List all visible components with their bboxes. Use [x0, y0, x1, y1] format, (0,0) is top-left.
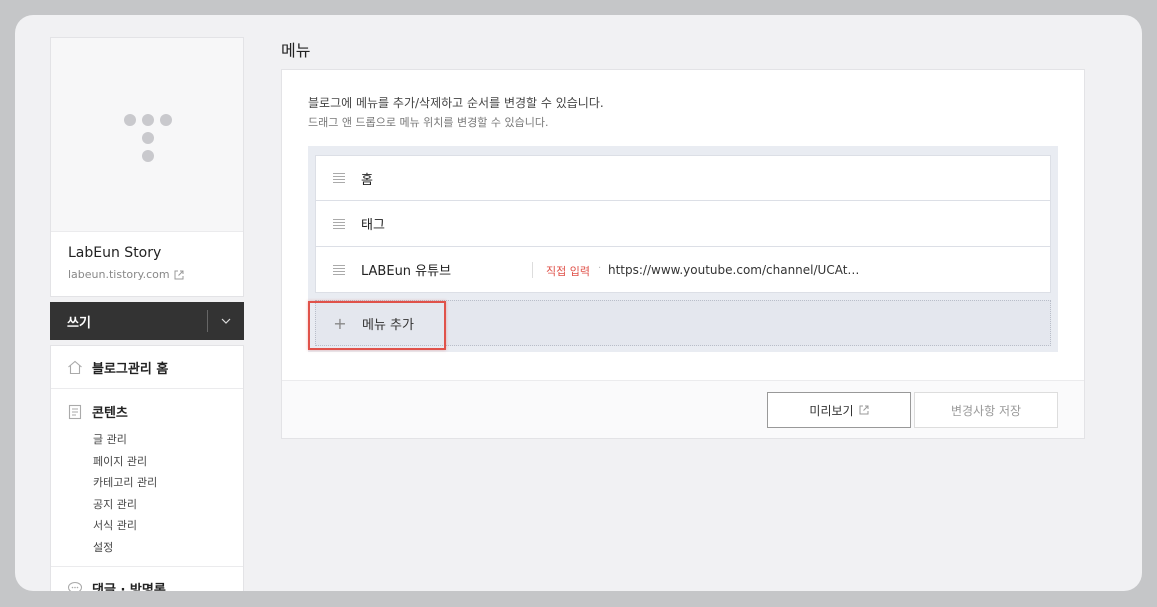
chevron-down-icon [221, 318, 231, 324]
home-icon [68, 360, 82, 374]
sidebar-subitem-posts[interactable]: 글 관리 [93, 429, 243, 451]
add-menu-label: 메뉴 추가 [362, 317, 414, 333]
external-link-icon [859, 405, 869, 415]
document-icon [68, 404, 82, 419]
menu-item-youtube[interactable]: LABEun 유튜브 직접 입력 · https://www.youtube.c… [315, 247, 1051, 293]
menu-settings-panel: 블로그에 메뉴를 추가/삭제하고 순서를 변경할 수 있습니다. 드래그 앤 드… [281, 69, 1085, 439]
write-dropdown-toggle[interactable] [208, 302, 244, 340]
sidebar-subitem-notices[interactable]: 공지 관리 [93, 494, 243, 516]
speech-bubble-icon [67, 581, 83, 591]
blog-url[interactable]: labeun.tistory.com [68, 268, 170, 281]
save-changes-button[interactable]: 변경사항 저장 [914, 392, 1058, 428]
app-window: LabEun Story labeun.tistory.com 쓰기 블로그관리… [15, 15, 1142, 591]
sidebar-item-home[interactable]: 블로그관리 홈 [51, 346, 243, 389]
write-button[interactable]: 쓰기 [50, 312, 207, 331]
blog-url-link[interactable]: labeun.tistory.com [68, 268, 184, 281]
external-link-icon [174, 270, 184, 279]
sidebar-subitem-categories[interactable]: 카테고리 관리 [93, 472, 243, 494]
drag-handle-icon[interactable] [333, 264, 345, 275]
panel-footer: 미리보기 변경사항 저장 [282, 380, 1084, 438]
sidebar-item-label: 블로그관리 홈 [92, 361, 169, 377]
plus-icon: + [333, 313, 347, 333]
blog-logo [51, 38, 243, 232]
add-menu-button[interactable]: + 메뉴 추가 [315, 300, 1051, 346]
description-hint: 드래그 앤 드롭으로 메뉴 위치를 변경할 수 있습니다. [308, 116, 549, 129]
write-bar: 쓰기 [50, 302, 244, 340]
menu-item-url: https://www.youtube.com/channel/UCAt8YI·… [608, 263, 860, 277]
page-title: 메뉴 [281, 41, 311, 60]
menu-item-label: 홈 [361, 172, 373, 188]
sidebar-item-label: 콘텐츠 [92, 406, 128, 421]
menu-item-home[interactable]: 홈 [315, 155, 1051, 201]
menu-item-tag[interactable]: 태그 [315, 201, 1051, 247]
preview-label: 미리보기 [809, 403, 854, 418]
sidebar-item-comments[interactable]: 댓글 · 방명록 [51, 567, 243, 591]
sidebar-subitem-pages[interactable]: 페이지 관리 [93, 451, 243, 473]
sidebar-item-label: 댓글 · 방명록 [92, 583, 166, 591]
drag-handle-icon[interactable] [333, 173, 345, 183]
drag-handle-icon[interactable] [333, 218, 345, 229]
blog-profile-card: LabEun Story labeun.tistory.com [50, 37, 244, 297]
menu-list: 홈 태그 LABEun 유튜브 직접 입력 · https://www.yout… [308, 146, 1058, 352]
separator-dot: · [598, 263, 602, 274]
menu-item-label: LABEun 유튜브 [361, 264, 452, 279]
sidebar-submenu: 글 관리 페이지 관리 카테고리 관리 공지 관리 서식 관리 설정 [93, 429, 243, 558]
menu-item-label: 태그 [361, 218, 385, 233]
menu-item-type-badge: 직접 입력 [546, 265, 590, 278]
sidebar-subitem-templates[interactable]: 서식 관리 [93, 515, 243, 537]
description-text: 블로그에 메뉴를 추가/삭제하고 순서를 변경할 수 있습니다. [308, 96, 604, 110]
divider [532, 262, 533, 278]
blog-name: LabEun Story [68, 245, 162, 261]
sidebar-item-contents[interactable]: 콘텐츠 [67, 402, 243, 421]
sidebar-subitem-settings[interactable]: 설정 [93, 537, 243, 559]
preview-button[interactable]: 미리보기 [767, 392, 911, 428]
sidebar-nav: 블로그관리 홈 콘텐츠 글 관리 페이지 관리 카테고리 관리 공지 관리 서식… [50, 345, 244, 591]
